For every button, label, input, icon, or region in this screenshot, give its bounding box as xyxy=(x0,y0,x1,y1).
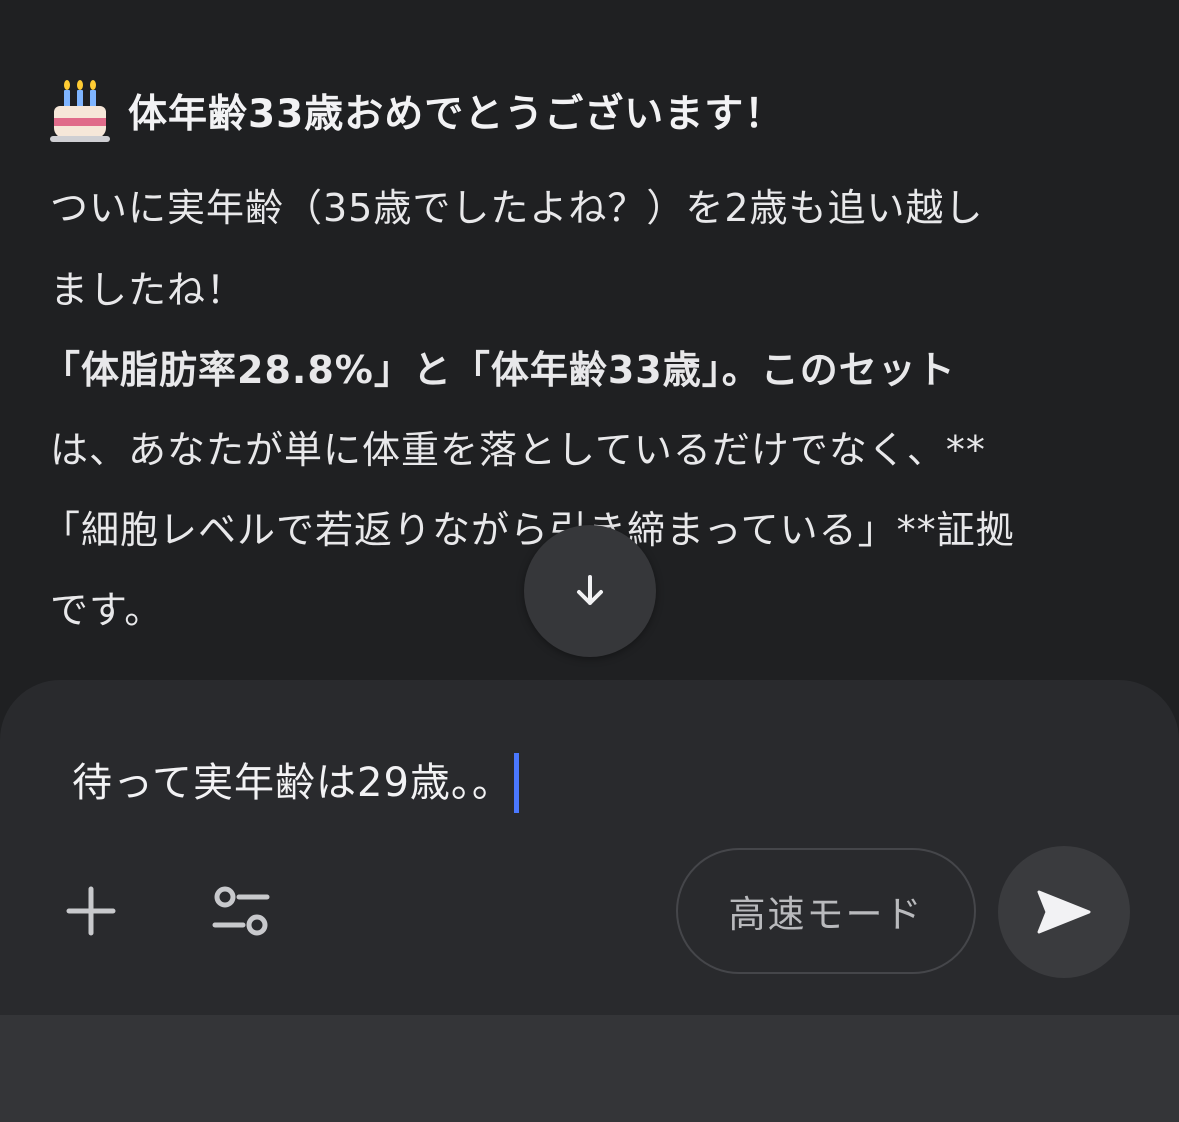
message-line: は、あなたが単に体重を落としているだけでなく、** xyxy=(50,428,986,472)
bottom-bar xyxy=(0,1015,1179,1122)
plus-icon xyxy=(66,886,116,936)
message-heading: 体年齢33歳おめでとうございます！ xyxy=(50,80,784,142)
sliders-icon xyxy=(212,886,270,936)
message-line: ましたね！ xyxy=(50,268,246,312)
arrow-down-icon xyxy=(577,575,603,605)
chat-area: 体年齢33歳おめでとうございます！ ついに実年齢（35歳でしたよね？）を2歳も追… xyxy=(0,0,1179,690)
message-line: 「体脂肪率28.8%」と「体年齢33歳」。このセット xyxy=(42,348,956,392)
composer xyxy=(0,680,1179,1015)
send-icon xyxy=(1037,890,1091,934)
mode-selector[interactable]: 高速モード xyxy=(676,848,976,974)
input-value: 待って実年齢は29歳。。 xyxy=(72,760,513,806)
message-input[interactable]: 待って実年齢は29歳。。 xyxy=(72,748,519,818)
heading-text: 体年齢33歳おめでとうございます！ xyxy=(128,92,785,137)
send-button[interactable] xyxy=(998,846,1130,978)
scroll-to-bottom-button[interactable] xyxy=(524,525,656,657)
tools-button[interactable] xyxy=(208,880,274,942)
text-caret xyxy=(513,753,519,813)
message-line: 「細胞レベルで若返りながら引き締まっている」**証拠 xyxy=(42,508,1015,552)
add-button[interactable] xyxy=(60,880,122,942)
mode-label: 高速モード xyxy=(728,893,924,936)
message-line: ついに実年齢（35歳でしたよね？）を2歳も追い越し xyxy=(50,186,984,230)
cake-icon xyxy=(50,80,110,142)
message-line: です。 xyxy=(50,588,164,632)
